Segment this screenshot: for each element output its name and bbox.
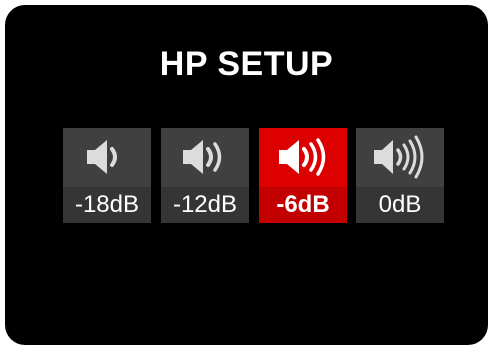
level-label: -6dB <box>276 191 330 218</box>
headphone-level-options: -18dB -12dB -6dB 0dB <box>63 128 444 223</box>
speaker-1-wave-icon <box>63 134 151 184</box>
level-option-minus-6db[interactable]: -6dB <box>259 128 347 223</box>
level-label: -12dB <box>172 191 238 218</box>
level-label: -18dB <box>74 191 140 218</box>
hp-setup-screen: HP SETUP -18dB -12dB -6dB 0dB <box>5 5 488 345</box>
speaker-3-waves-icon <box>259 134 347 184</box>
level-option-minus-12db[interactable]: -12dB <box>161 128 249 223</box>
speaker-2-waves-icon <box>161 134 249 184</box>
level-option-0db[interactable]: 0dB <box>356 128 444 223</box>
level-option-minus-18db[interactable]: -18dB <box>63 128 151 223</box>
screen-title: HP SETUP <box>159 45 334 83</box>
speaker-4-waves-icon <box>356 134 444 184</box>
level-label: 0dB <box>378 191 422 218</box>
